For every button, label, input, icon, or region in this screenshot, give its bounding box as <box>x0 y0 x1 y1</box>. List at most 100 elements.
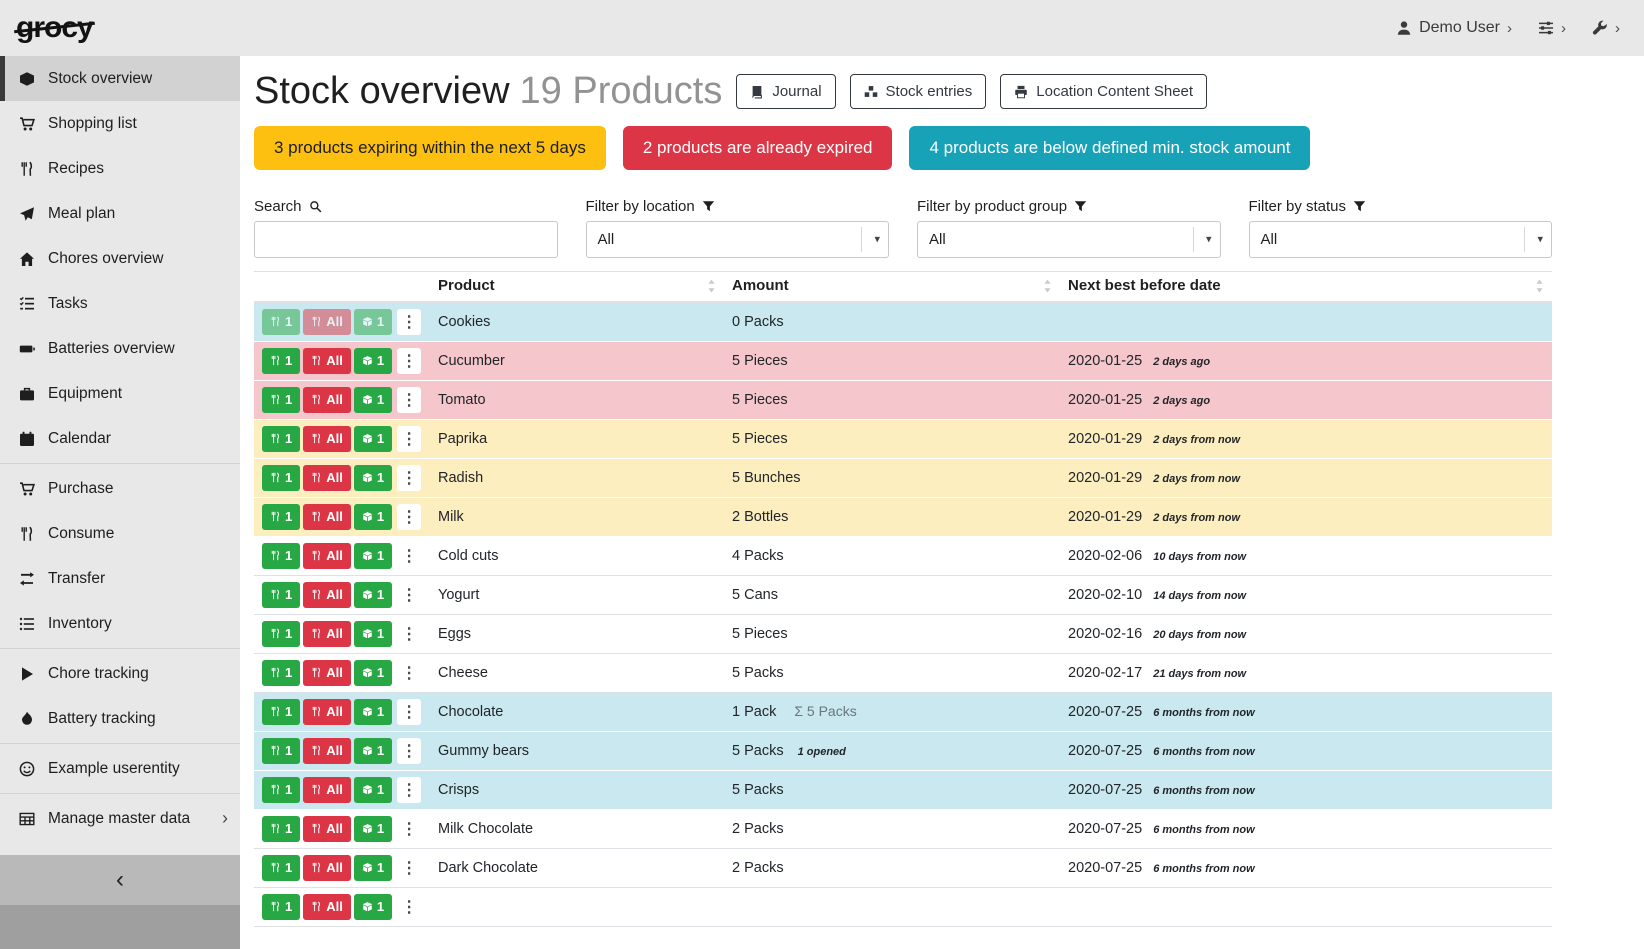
consume-one-button[interactable]: 1 <box>262 426 300 452</box>
consume-one-button[interactable]: 1 <box>262 855 300 881</box>
consume-all-button[interactable]: All <box>303 465 351 491</box>
settings-menu[interactable]: › <box>1538 20 1566 36</box>
journal-button[interactable]: Journal <box>736 74 835 109</box>
consume-one-button[interactable]: 1 <box>262 348 300 374</box>
row-menu-button[interactable]: ⋮ <box>397 738 421 764</box>
row-menu-button[interactable]: ⋮ <box>397 699 421 725</box>
open-one-button[interactable]: 1 <box>354 660 392 686</box>
search-input[interactable] <box>254 221 558 258</box>
row-menu-button[interactable]: ⋮ <box>397 465 421 491</box>
row-menu-button[interactable]: ⋮ <box>397 426 421 452</box>
column-header-next-best-before-date[interactable]: Next best before date <box>1060 271 1552 302</box>
open-one-button[interactable]: 1 <box>354 504 392 530</box>
open-one-button[interactable]: 1 <box>354 348 392 374</box>
consume-one-button[interactable]: 1 <box>262 582 300 608</box>
open-one-button[interactable]: 1 <box>354 699 392 725</box>
consume-all-button[interactable]: All <box>303 738 351 764</box>
row-menu-button[interactable]: ⋮ <box>397 816 421 842</box>
sidebar-item-consume[interactable]: Consume <box>0 511 240 556</box>
consume-all-button[interactable]: All <box>303 387 351 413</box>
consume-all-button[interactable]: All <box>303 777 351 803</box>
sidebar-item-tasks[interactable]: Tasks <box>0 281 240 326</box>
sidebar-item-battery-tracking[interactable]: Battery tracking <box>0 696 240 741</box>
consume-one-button[interactable]: 1 <box>262 309 300 335</box>
consume-one-button[interactable]: 1 <box>262 660 300 686</box>
consume-one-button[interactable]: 1 <box>262 738 300 764</box>
consume-all-button[interactable]: All <box>303 348 351 374</box>
location-content-sheet-button[interactable]: Location Content Sheet <box>1000 74 1207 109</box>
sidebar-collapse-button[interactable]: ‹ <box>0 855 240 905</box>
row-menu-button[interactable]: ⋮ <box>397 660 421 686</box>
row-menu-button[interactable]: ⋮ <box>397 582 421 608</box>
sidebar-item-meal-plan[interactable]: Meal plan <box>0 191 240 236</box>
consume-one-button[interactable]: 1 <box>262 777 300 803</box>
open-one-button[interactable]: 1 <box>354 894 392 920</box>
sidebar-item-transfer[interactable]: Transfer <box>0 556 240 601</box>
consume-all-button[interactable]: All <box>303 621 351 647</box>
sidebar-item-purchase[interactable]: Purchase <box>0 466 240 511</box>
column-header-amount[interactable]: Amount <box>724 271 1060 302</box>
consume-all-button[interactable]: All <box>303 504 351 530</box>
sidebar-item-inventory[interactable]: Inventory <box>0 601 240 646</box>
sidebar-item-recipes[interactable]: Recipes <box>0 146 240 191</box>
sidebar-item-chores-overview[interactable]: Chores overview <box>0 236 240 281</box>
row-menu-button[interactable]: ⋮ <box>397 894 421 920</box>
sidebar-item-batteries-overview[interactable]: Batteries overview <box>0 326 240 371</box>
row-menu-button[interactable]: ⋮ <box>397 621 421 647</box>
column-header-product[interactable]: Product <box>430 271 724 302</box>
admin-menu[interactable]: › <box>1592 20 1620 36</box>
open-one-button[interactable]: 1 <box>354 621 392 647</box>
consume-all-button[interactable]: All <box>303 699 351 725</box>
sidebar-item-stock-overview[interactable]: Stock overview <box>0 56 240 101</box>
filter-by-product-group-select[interactable]: All▾ <box>917 221 1221 258</box>
consume-all-button[interactable]: All <box>303 855 351 881</box>
open-one-button[interactable]: 1 <box>354 426 392 452</box>
consume-one-button[interactable]: 1 <box>262 816 300 842</box>
banner-info[interactable]: 4 products are below defined min. stock … <box>909 126 1310 170</box>
consume-all-button[interactable]: All <box>303 426 351 452</box>
row-menu-button[interactable]: ⋮ <box>397 387 421 413</box>
consume-one-button[interactable]: 1 <box>262 465 300 491</box>
open-one-button[interactable]: 1 <box>354 816 392 842</box>
consume-all-button[interactable]: All <box>303 582 351 608</box>
consume-one-button[interactable]: 1 <box>262 621 300 647</box>
date-cell: 2020-02-17 21 days from now <box>1060 653 1552 692</box>
consume-one-button[interactable]: 1 <box>262 543 300 569</box>
row-menu-button[interactable]: ⋮ <box>397 504 421 530</box>
filter-by-location-select[interactable]: All▾ <box>586 221 890 258</box>
open-one-button[interactable]: 1 <box>354 582 392 608</box>
open-one-button[interactable]: 1 <box>354 465 392 491</box>
sidebar-item-chore-tracking[interactable]: Chore tracking <box>0 651 240 696</box>
row-menu-button[interactable]: ⋮ <box>397 309 421 335</box>
consume-all-button[interactable]: All <box>303 816 351 842</box>
sidebar-item-manage-master-data[interactable]: Manage master data› <box>0 796 240 841</box>
row-menu-button[interactable]: ⋮ <box>397 855 421 881</box>
sidebar-item-label: Purchase <box>48 480 113 498</box>
stock-entries-button[interactable]: Stock entries <box>850 74 987 109</box>
sidebar-item-shopping-list[interactable]: Shopping list <box>0 101 240 146</box>
open-one-button[interactable]: 1 <box>354 543 392 569</box>
open-one-button[interactable]: 1 <box>354 387 392 413</box>
user-menu[interactable]: Demo User › <box>1396 19 1512 37</box>
consume-all-button[interactable]: All <box>303 894 351 920</box>
sidebar-item-equipment[interactable]: Equipment <box>0 371 240 416</box>
sidebar-item-example-userentity[interactable]: Example userentity <box>0 746 240 791</box>
filter-by-status-select[interactable]: All▾ <box>1249 221 1553 258</box>
consume-one-button[interactable]: 1 <box>262 387 300 413</box>
consume-all-button[interactable]: All <box>303 660 351 686</box>
banner-danger[interactable]: 2 products are already expired <box>623 126 893 170</box>
open-one-button[interactable]: 1 <box>354 309 392 335</box>
row-menu-button[interactable]: ⋮ <box>397 348 421 374</box>
open-one-button[interactable]: 1 <box>354 855 392 881</box>
banner-warning[interactable]: 3 products expiring within the next 5 da… <box>254 126 606 170</box>
consume-one-button[interactable]: 1 <box>262 699 300 725</box>
consume-one-button[interactable]: 1 <box>262 894 300 920</box>
open-one-button[interactable]: 1 <box>354 777 392 803</box>
open-one-button[interactable]: 1 <box>354 738 392 764</box>
consume-all-button[interactable]: All <box>303 543 351 569</box>
consume-all-button[interactable]: All <box>303 309 351 335</box>
sidebar-item-calendar[interactable]: Calendar <box>0 416 240 461</box>
row-menu-button[interactable]: ⋮ <box>397 777 421 803</box>
consume-one-button[interactable]: 1 <box>262 504 300 530</box>
row-menu-button[interactable]: ⋮ <box>397 543 421 569</box>
